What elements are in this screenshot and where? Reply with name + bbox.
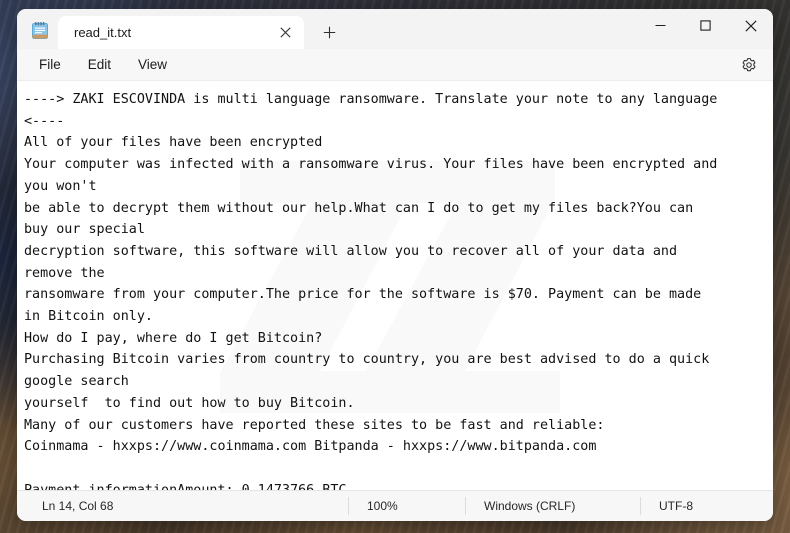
close-tab-icon[interactable] <box>272 20 298 46</box>
note-line: All of your files have been encrypted <box>24 135 323 151</box>
note-line: Payment informationAmount: 0.1473766 BTC <box>24 483 346 490</box>
note-line: ransomware from your computer.The price … <box>24 287 702 303</box>
text-editor-area[interactable]: ----> ZAKI ESCOVINDA is multi language r… <box>17 81 773 490</box>
status-cursor-position: Ln 14, Col 68 <box>42 499 114 513</box>
notepad-window: read_it.txt File Edit View ----> ZAKI ES… <box>17 9 773 521</box>
tab-read-it-txt[interactable]: read_it.txt <box>58 16 304 49</box>
status-line-ending[interactable]: Windows (CRLF) <box>465 497 640 515</box>
notepad-icon <box>30 21 50 41</box>
note-line: Many of our customers have reported thes… <box>24 417 605 433</box>
note-line: be able to decrypt them without our help… <box>24 200 694 216</box>
note-line: yourself to find out how to buy Bitcoin. <box>24 395 355 411</box>
menu-item-file[interactable]: File <box>30 53 70 76</box>
menu-item-view[interactable]: View <box>129 53 176 76</box>
note-line: remove the <box>24 265 105 281</box>
note-line: ----> ZAKI ESCOVINDA is multi language r… <box>24 92 718 107</box>
note-line: Coinmama - hxxps://www.coinmama.com Bitp… <box>24 439 597 455</box>
tab-title: read_it.txt <box>74 25 132 40</box>
menu-bar: File Edit View <box>17 49 773 81</box>
note-line: google search <box>24 374 129 390</box>
note-text[interactable]: ----> ZAKI ESCOVINDA is multi language r… <box>17 81 773 490</box>
note-line: in Bitcoin only. <box>24 309 153 325</box>
note-line: <---- <box>24 113 65 129</box>
status-zoom-level[interactable]: 100% <box>348 497 465 515</box>
window-caption-buttons <box>638 9 773 42</box>
menu-item-edit[interactable]: Edit <box>79 53 120 76</box>
note-line: decryption software, this software will … <box>24 243 678 259</box>
note-line: buy our special <box>24 222 145 238</box>
note-line: How do I pay, where do I get Bitcoin? <box>24 330 323 346</box>
status-bar: Ln 14, Col 68 100% Windows (CRLF) UTF-8 <box>17 490 773 521</box>
note-line: you won't <box>24 178 97 194</box>
close-window-button[interactable] <box>728 9 773 42</box>
minimize-button[interactable] <box>638 9 683 42</box>
new-tab-icon[interactable] <box>316 19 342 45</box>
note-line: Your computer was infected with a ransom… <box>24 157 718 173</box>
status-encoding[interactable]: UTF-8 <box>640 497 773 515</box>
maximize-button[interactable] <box>683 9 728 42</box>
note-line: Purchasing Bitcoin varies from country t… <box>24 352 710 368</box>
title-bar: read_it.txt <box>17 9 773 49</box>
gear-icon[interactable] <box>736 52 762 78</box>
